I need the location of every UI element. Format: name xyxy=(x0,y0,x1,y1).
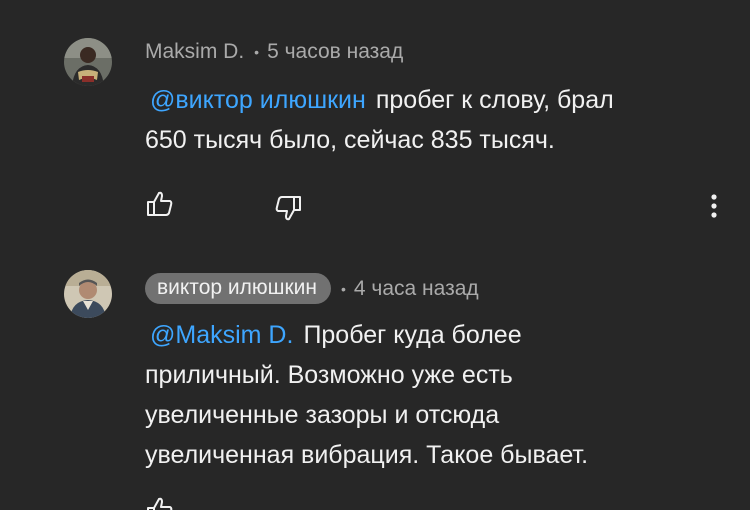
comment-line: увеличенная вибрация. Такое бывает. xyxy=(145,441,589,469)
dislike-button[interactable] xyxy=(272,192,304,224)
comments-thread: Maksim D. • 5 часов назад @виктор илюшки… xyxy=(0,0,750,510)
comment-text: @Maksim D. Пробег куда более приличный. В… xyxy=(145,315,705,475)
comment-text: @виктор илюшкин пробег к слову, брал 650 … xyxy=(145,80,705,160)
separator-dot: • xyxy=(254,44,260,60)
avatar[interactable] xyxy=(64,38,112,86)
timestamp[interactable]: 5 часов назад xyxy=(267,40,403,64)
comment-line: увеличенные зазоры и отсюда xyxy=(145,401,500,429)
mention-link[interactable]: @виктор илюшкин xyxy=(150,86,366,114)
like-button[interactable] xyxy=(144,494,176,510)
dislike-icon xyxy=(275,196,301,221)
timestamp[interactable]: 4 часа назад xyxy=(354,277,479,301)
author-name[interactable]: Maksim D. xyxy=(145,40,244,64)
author-chip[interactable]: виктор илюшкин xyxy=(145,273,331,304)
like-icon xyxy=(147,497,173,510)
comment-meta: Maksim D. • 5 часов назад xyxy=(145,40,403,64)
comment-line: 650 тысяч было, сейчас 835 тысяч. xyxy=(145,126,555,154)
mention-link[interactable]: @Maksim D. xyxy=(150,321,293,349)
more-button[interactable] xyxy=(698,190,730,222)
more-vert-icon xyxy=(711,194,717,218)
avatar[interactable] xyxy=(64,270,112,318)
comment-line: пробег к слову, брал xyxy=(375,86,614,114)
like-button[interactable] xyxy=(144,188,176,220)
comment-meta: виктор илюшкин • 4 часа назад xyxy=(145,273,479,304)
comment-line: Пробег куда более xyxy=(303,321,522,349)
like-icon xyxy=(147,191,173,216)
comment-line: приличный. Возможно уже есть xyxy=(145,361,513,389)
separator-dot: • xyxy=(340,280,346,297)
